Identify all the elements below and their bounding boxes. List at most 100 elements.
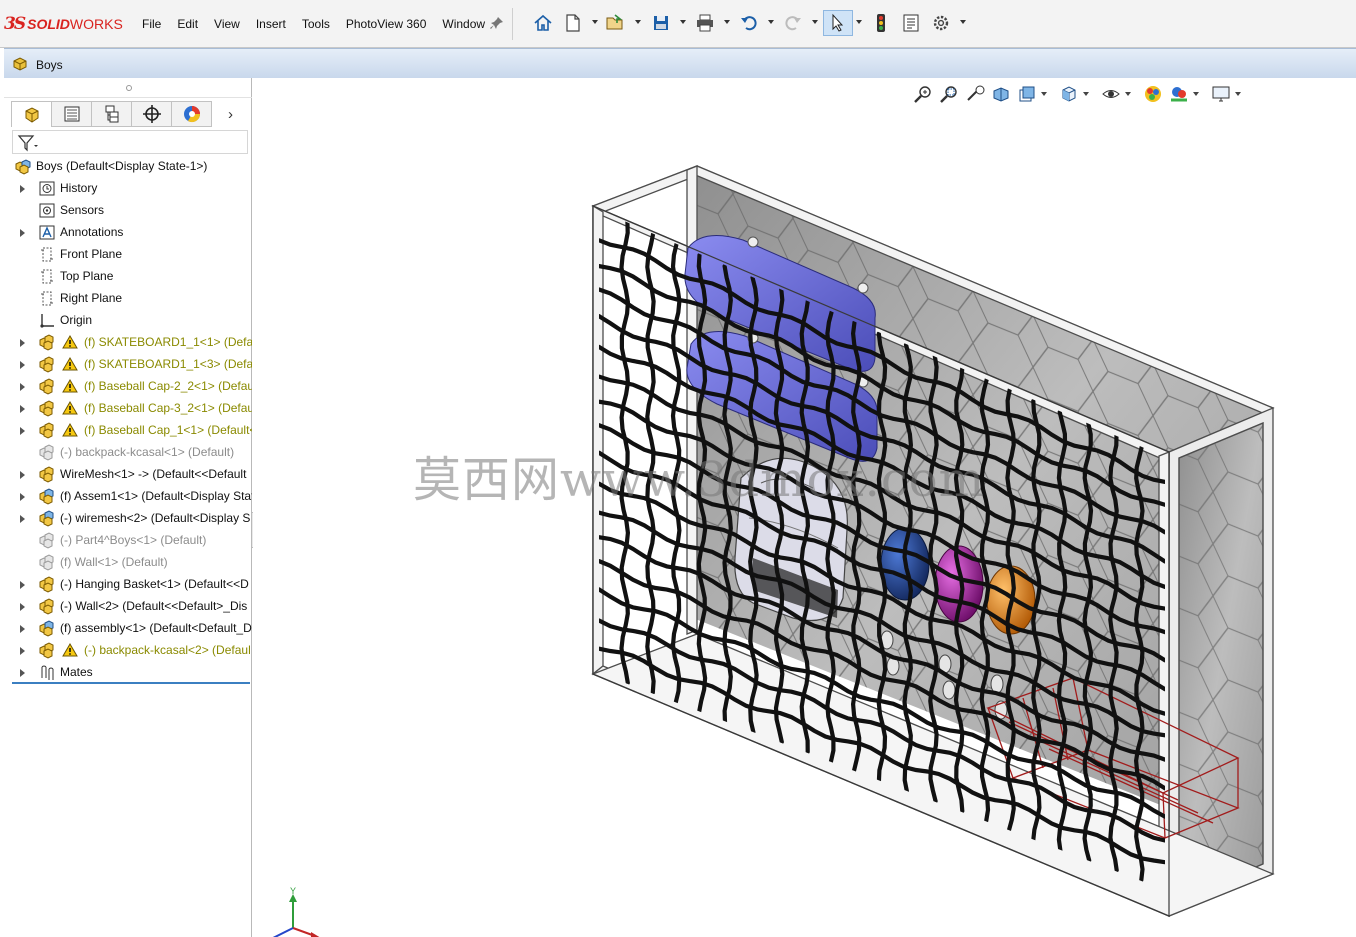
options-dropdown-caret[interactable] (960, 20, 966, 24)
tree-item-f-baseball-cap-3-2-1-defaul[interactable]: (f) Baseball Cap-3_2<1> (Defaul (12, 397, 252, 419)
menu-view[interactable]: View (206, 17, 248, 31)
tree-item-part4-boys-1-default[interactable]: (-) Part4^Boys<1> (Default) (12, 529, 252, 551)
tree-item-label: (-) backpack-kcasal<1> (Default) (60, 445, 235, 459)
open-icon[interactable] (604, 12, 626, 34)
tree-item-f-skateboard1-1-3-defaul[interactable]: (f) SKATEBOARD1_1<3> (Defaul (12, 353, 252, 375)
print-dropdown-caret[interactable] (724, 20, 730, 24)
tree-root-assembly[interactable]: Boys (Default<Display State-1>) (12, 155, 252, 177)
mesh-wire-vertical (619, 219, 631, 685)
plane-icon (41, 247, 53, 262)
file-properties-icon[interactable] (900, 12, 922, 34)
expand-arrow-icon[interactable] (20, 581, 25, 589)
expand-arrow-icon[interactable] (20, 405, 25, 413)
part-icon (39, 356, 54, 373)
tab-dimxpert-manager[interactable] (131, 101, 171, 127)
tab-display-manager[interactable] (171, 101, 211, 127)
history-icon (39, 181, 55, 196)
tree-item-backpack-kcasal-2-defaul[interactable]: (-) backpack-kcasal<2> (Defaul (12, 639, 252, 661)
dimxpert-icon (142, 105, 161, 123)
tree-item-wiremesh-2-default-display-s[interactable]: (-) wiremesh<2> (Default<Display S (12, 507, 252, 529)
select-dropdown-caret[interactable] (856, 20, 862, 24)
tab-more-arrow[interactable]: › (211, 101, 249, 127)
assembly-icon (39, 488, 54, 505)
tab-configuration-manager[interactable] (91, 101, 131, 127)
ds-logo-mark: 3S (4, 14, 26, 34)
tree-item-label: (f) assembly<1> (Default<Default_D (60, 621, 252, 635)
menu-photoview-360[interactable]: PhotoView 360 (338, 17, 435, 31)
print-icon[interactable] (694, 12, 716, 34)
tree-item-f-assembly-1-default-default-d[interactable]: (f) assembly<1> (Default<Default_D (12, 617, 252, 639)
expand-arrow-icon[interactable] (20, 647, 25, 655)
tree-item-right-plane[interactable]: Right Plane (12, 287, 252, 309)
tree-item-label: (f) Baseball Cap-2_2<1> (Defaul (84, 379, 252, 393)
title-toolbar: 3S SOLIDWORKS File Edit View Insert Tool… (0, 0, 1356, 48)
redo-icon[interactable] (782, 12, 804, 34)
save-icon[interactable] (650, 12, 672, 34)
mesh-wire-vertical (645, 230, 656, 695)
expand-arrow-icon[interactable] (20, 185, 25, 193)
main-menu: File Edit View Insert Tools PhotoView 36… (134, 17, 493, 31)
menu-window[interactable]: Window (434, 17, 493, 31)
panel-grip[interactable] (4, 78, 252, 98)
select-arrow-icon[interactable] (823, 10, 853, 36)
expand-arrow-icon[interactable] (20, 229, 25, 237)
expand-arrow-icon[interactable] (20, 361, 25, 369)
expand-arrow-icon[interactable] (20, 625, 25, 633)
tree-item-origin[interactable]: Origin (12, 309, 252, 331)
tree-item-label: (-) Wall<2> (Default<<Default>_Dis (60, 599, 248, 613)
model-scene[interactable] (253, 78, 1356, 937)
expand-arrow-icon[interactable] (20, 603, 25, 611)
rebuild-traffic-light-icon[interactable] (870, 12, 892, 34)
assembly-icon (39, 620, 54, 637)
expand-arrow-icon[interactable] (20, 493, 25, 501)
undo-dropdown-caret[interactable] (768, 20, 774, 24)
tree-item-history[interactable]: History (12, 177, 252, 199)
expand-arrow-icon[interactable] (20, 339, 25, 347)
tree-item-wall-2-default-default-dis[interactable]: (-) Wall<2> (Default<<Default>_Dis (12, 595, 252, 617)
expand-arrow-icon[interactable] (20, 471, 25, 479)
tree-item-top-plane[interactable]: Top Plane (12, 265, 252, 287)
options-gear-icon[interactable] (930, 12, 952, 34)
save-dropdown-caret[interactable] (680, 20, 686, 24)
tree-item-wiremesh-1-default-default[interactable]: WireMesh<1> -> (Default<<Default (12, 463, 252, 485)
redo-dropdown-caret[interactable] (812, 20, 818, 24)
home-icon[interactable] (532, 12, 554, 34)
tree-item-mates[interactable]: Mates (12, 661, 252, 683)
tab-property-manager[interactable] (51, 101, 91, 127)
tree-filter[interactable] (12, 130, 248, 154)
tree-item-f-assem1-1-default-display-stat[interactable]: (f) Assem1<1> (Default<Display Stat (12, 485, 252, 507)
tree-item-front-plane[interactable]: Front Plane (12, 243, 252, 265)
expand-arrow-icon[interactable] (20, 669, 25, 677)
part-icon (39, 334, 54, 351)
suppressed-part-icon (39, 444, 54, 461)
warning-icon (62, 401, 78, 415)
tree-item-label: (-) Part4^Boys<1> (Default) (60, 533, 207, 547)
tree-item-backpack-kcasal-1-default[interactable]: (-) backpack-kcasal<1> (Default) (12, 441, 252, 463)
tree-item-annotations[interactable]: Annotations (12, 221, 252, 243)
tree-item-sensors[interactable]: Sensors (12, 199, 252, 221)
tab-featuremanager-tree[interactable] (11, 101, 51, 127)
tree-item-hanging-basket-1-default-d[interactable]: (-) Hanging Basket<1> (Default<<D (12, 573, 252, 595)
graphics-area[interactable]: 莫西网www.3dmox.com Y (253, 78, 1356, 937)
tree-item-label: Annotations (60, 225, 124, 239)
menu-edit[interactable]: Edit (169, 17, 206, 31)
expand-arrow-icon[interactable] (20, 383, 25, 391)
menu-insert[interactable]: Insert (248, 17, 294, 31)
warning-icon (62, 379, 78, 393)
new-document-icon[interactable] (562, 12, 584, 34)
undo-icon[interactable] (738, 12, 760, 34)
tree-item-label: (-) wiremesh<2> (Default<Display S (60, 511, 251, 525)
new-dropdown-caret[interactable] (592, 20, 598, 24)
menu-tools[interactable]: Tools (294, 17, 338, 31)
expand-arrow-icon[interactable] (20, 515, 25, 523)
tree-item-f-baseball-cap-1-1-default[interactable]: (f) Baseball Cap_1<1> (Default< (12, 419, 252, 441)
tree-item-label: Right Plane (60, 291, 123, 305)
menu-file[interactable]: File (134, 17, 169, 31)
tree-item-f-baseball-cap-2-2-1-defaul[interactable]: (f) Baseball Cap-2_2<1> (Defaul (12, 375, 252, 397)
pin-menu-icon[interactable] (490, 16, 504, 30)
tree-item-f-wall-1-default[interactable]: (f) Wall<1> (Default) (12, 551, 252, 573)
open-dropdown-caret[interactable] (635, 20, 641, 24)
expand-arrow-icon[interactable] (20, 427, 25, 435)
solidworks-logo[interactable]: 3S SOLIDWORKS (4, 13, 123, 35)
tree-item-f-skateboard1-1-1-defaul[interactable]: (f) SKATEBOARD1_1<1> (Defaul (12, 331, 252, 353)
